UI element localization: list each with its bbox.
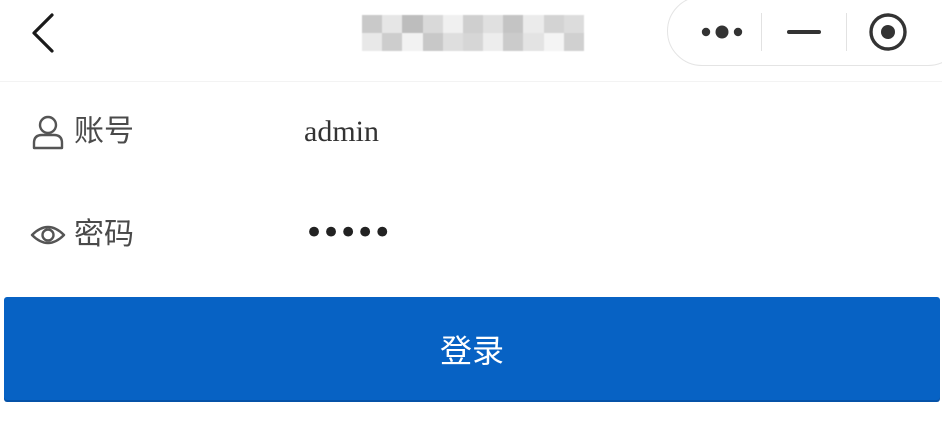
password-label: 密码	[74, 217, 134, 252]
eye-icon	[28, 215, 68, 255]
title-mosaic-cell	[543, 33, 564, 51]
title-mosaic-cell	[382, 15, 403, 33]
title-mosaic-cell	[503, 33, 524, 51]
page-title-obscured	[362, 15, 584, 51]
title-mosaic-cell	[362, 33, 383, 51]
title-mosaic-cell	[422, 15, 443, 33]
password-input[interactable]: •••••	[304, 211, 392, 255]
close-button[interactable]	[860, 7, 916, 57]
user-icon	[28, 112, 68, 152]
minimize-button[interactable]	[778, 7, 830, 57]
login-button[interactable]: 登录	[4, 297, 940, 400]
title-mosaic-cell	[422, 33, 443, 51]
more-dots-icon	[701, 25, 743, 39]
title-mosaic-cell	[442, 33, 463, 51]
title-mosaic-cell	[362, 15, 383, 33]
title-mosaic-cell	[563, 15, 584, 33]
target-circle-icon	[869, 13, 907, 51]
account-row: 账号	[0, 92, 942, 172]
title-mosaic-cell	[523, 33, 544, 51]
navigation-bar	[0, 0, 942, 82]
password-row: 密码 •••••	[0, 195, 942, 275]
title-mosaic-cell	[442, 15, 463, 33]
more-button[interactable]	[690, 7, 754, 57]
back-button[interactable]	[18, 8, 68, 58]
minimize-icon	[787, 30, 821, 34]
title-mosaic-cell	[483, 15, 504, 33]
title-mosaic-cell	[503, 15, 524, 33]
title-mosaic-cell	[402, 15, 423, 33]
title-mosaic-cell	[402, 33, 423, 51]
title-mosaic-cell	[483, 33, 504, 51]
title-mosaic-cell	[462, 15, 484, 33]
account-input[interactable]	[304, 110, 904, 154]
capsule-divider	[761, 13, 762, 51]
title-mosaic-cell	[462, 33, 484, 51]
capsule-divider	[846, 13, 847, 51]
title-mosaic-cell	[382, 33, 403, 51]
title-mosaic-cell	[543, 15, 564, 33]
title-mosaic-cell	[523, 15, 544, 33]
title-mosaic-cell	[563, 33, 584, 51]
chevron-left-icon	[32, 13, 54, 53]
account-label: 账号	[74, 114, 134, 149]
mini-program-capsule	[667, 0, 942, 66]
